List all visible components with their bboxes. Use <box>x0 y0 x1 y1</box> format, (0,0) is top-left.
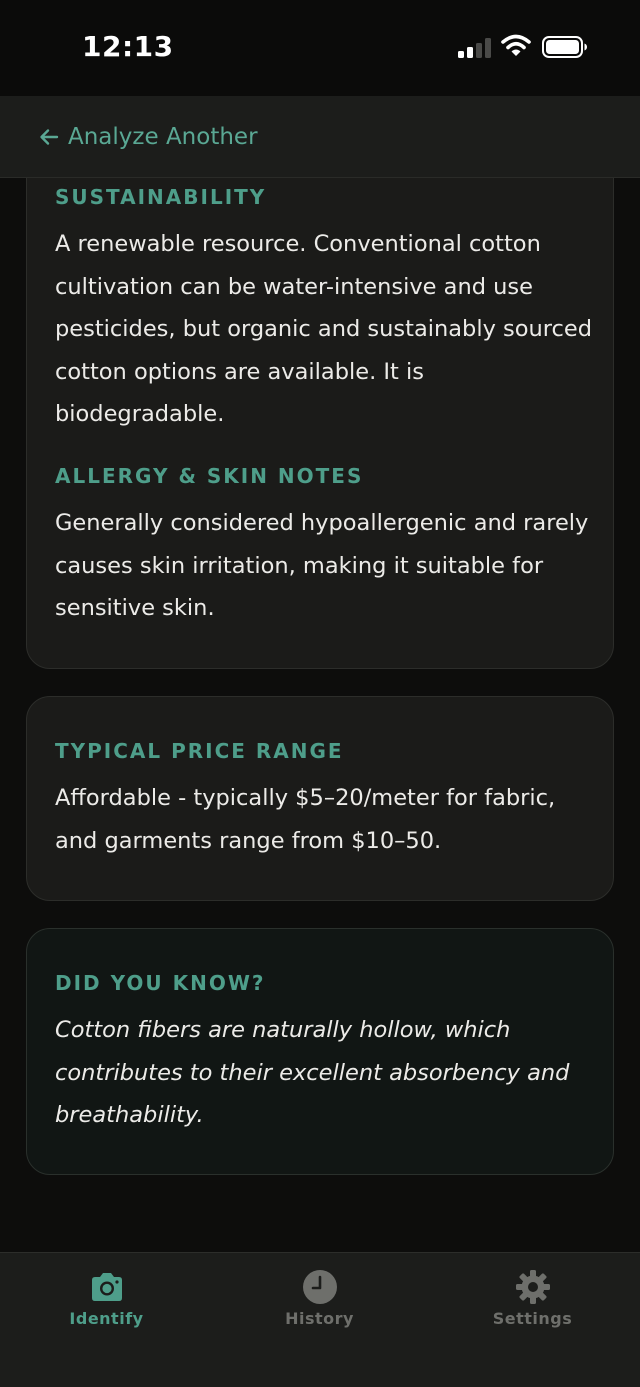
tab-label: History <box>285 1309 354 1328</box>
status-time: 12:13 <box>82 30 174 63</box>
cellular-signal-icon <box>458 38 491 58</box>
tab-settings[interactable]: Settings <box>426 1253 639 1353</box>
sustainability-text: A renewable resource. Conventional cotto… <box>55 223 595 436</box>
battery-icon <box>542 36 587 58</box>
text-line: pesticides, but organic and sustainably … <box>55 316 593 343</box>
tab-bar: Identify History Settings <box>0 1252 640 1387</box>
text-line: Cotton fibers are naturally hollow, whic… <box>55 1017 511 1043</box>
price-title: TYPICAL PRICE RANGE <box>55 739 344 763</box>
fact-text: Cotton fibers are naturally hollow, whic… <box>55 1009 595 1137</box>
text-line: and garments range from $10–50. <box>55 827 442 854</box>
fact-title: DID YOU KNOW? <box>55 971 266 995</box>
tab-label: Identify <box>69 1309 144 1328</box>
status-bar: 12:13 <box>0 0 640 96</box>
analyze-another-button[interactable]: Analyze Another <box>38 118 258 156</box>
sustainability-title: SUSTAINABILITY <box>55 185 267 209</box>
text-line: breathability. <box>55 1102 204 1129</box>
arrow-left-icon <box>40 129 59 145</box>
gear-icon <box>515 1270 550 1304</box>
tab-identify[interactable]: Identify <box>0 1253 213 1353</box>
tab-history[interactable]: History <box>213 1253 426 1353</box>
clock-icon <box>302 1270 337 1304</box>
text-line: cultivation can be water-intensive and u… <box>55 273 533 300</box>
wifi-icon <box>501 34 531 56</box>
allergy-title: ALLERGY & SKIN NOTES <box>55 464 364 488</box>
price-range-card: TYPICAL PRICE RANGE Affordable - typical… <box>26 696 614 901</box>
screen: 12:13 Analyze Another SUSTAINABILITY A r… <box>0 0 640 1387</box>
tab-label: Settings <box>492 1309 573 1328</box>
camera-icon <box>91 1273 122 1301</box>
text-line: Generally considered hypoallergenic and … <box>55 510 589 536</box>
text-line: A renewable resource. Conventional cotto… <box>55 231 541 257</box>
text-line: contributes to their excellent absorbenc… <box>55 1059 570 1086</box>
details-content[interactable]: SUSTAINABILITY A renewable resource. Con… <box>0 178 640 1252</box>
text-line: Affordable - typically $5–20/meter for f… <box>55 785 556 811</box>
price-text: Affordable - typically $5–20/meter for f… <box>55 777 595 862</box>
nav-header: Analyze Another <box>0 96 640 178</box>
text-line: sensitive skin. <box>55 595 215 622</box>
text-line: cotton options are available. It is <box>55 358 424 385</box>
allergy-text: Generally considered hypoallergenic and … <box>55 502 595 630</box>
properties-card: SUSTAINABILITY A renewable resource. Con… <box>26 178 614 669</box>
back-label: Analyze Another <box>68 124 258 150</box>
text-line: causes skin irritation, making it suitab… <box>55 552 544 579</box>
did-you-know-card: DID YOU KNOW? Cotton fibers are naturall… <box>26 928 614 1175</box>
text-line: biodegradable. <box>55 401 225 428</box>
